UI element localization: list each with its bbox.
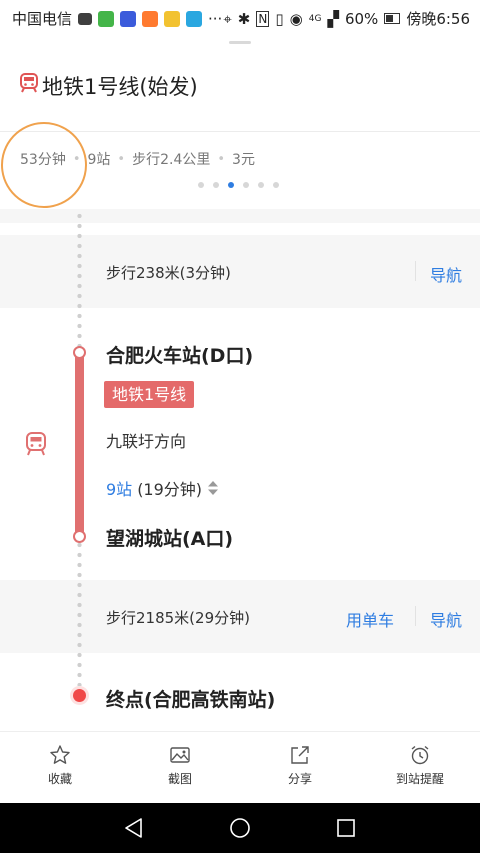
stops-toggle[interactable]: 9站 (19分钟) xyxy=(106,476,219,500)
route-title: 地铁1号线(始发) xyxy=(42,75,198,99)
page-dot[interactable] xyxy=(273,182,279,188)
page-dot[interactable] xyxy=(198,182,204,188)
sheet-drag-handle[interactable] xyxy=(229,41,251,44)
share-button[interactable]: 分享 xyxy=(255,744,345,787)
system-navigation-bar xyxy=(0,803,480,853)
clock-time: 傍晚6:56 xyxy=(406,10,470,28)
bike-share-button[interactable]: 用单车 xyxy=(346,607,394,631)
carrier-label: 中国电信 xyxy=(12,10,73,28)
expand-icon[interactable] xyxy=(207,480,219,496)
walk-step-1 xyxy=(0,235,480,308)
eye-comfort-icon: ◉ xyxy=(289,9,303,28)
metro-icon xyxy=(20,73,38,93)
walk-path-line xyxy=(77,540,82,686)
arrival-alert-label: 到站提醒 xyxy=(395,772,444,786)
section-separator xyxy=(0,209,480,223)
divider xyxy=(415,606,416,626)
favorite-label: 收藏 xyxy=(47,772,72,786)
page-dot[interactable] xyxy=(228,182,234,188)
metro-icon xyxy=(26,432,46,456)
back-icon[interactable] xyxy=(123,817,145,839)
vibrate-icon: ▯ xyxy=(275,9,284,28)
navigate-button[interactable]: 导航 xyxy=(430,607,462,631)
station-count: 9站 xyxy=(87,152,111,168)
alight-station: 望湖城站(A口) xyxy=(106,528,234,550)
metro-line-badge: 地铁1号线 xyxy=(104,381,195,408)
walk-step-text: 步行238米(3分钟) xyxy=(106,264,231,282)
message-app-icon xyxy=(186,10,203,27)
share-icon xyxy=(291,746,309,764)
destination-dot xyxy=(73,689,86,702)
alarm-clock-icon xyxy=(411,745,429,765)
bluetooth-icon: ✱ xyxy=(237,9,251,28)
status-bar: 中国电信 ··· ⌖ ✱ N ▯ ◉ 4G ▞ 60% 傍晚6:56 xyxy=(0,0,480,34)
metro-segment-line xyxy=(75,347,84,537)
alight-station-node xyxy=(73,530,86,543)
share-label: 分享 xyxy=(287,772,312,786)
divider xyxy=(415,261,416,281)
board-station-node xyxy=(73,346,86,359)
page-dot[interactable] xyxy=(213,182,219,188)
favorite-button[interactable]: 收藏 xyxy=(15,744,105,787)
video-app-icon xyxy=(142,10,159,27)
board-station: 合肥火车站(D口) xyxy=(106,345,254,367)
direction-text: 九联圩方向 xyxy=(106,432,187,451)
recents-icon[interactable] xyxy=(336,818,356,838)
walk-step-text: 步行2185米(29分钟) xyxy=(106,609,250,627)
bottom-toolbar: 收藏 截图 分享 到站提醒 xyxy=(0,731,480,804)
navigate-button[interactable]: 导航 xyxy=(430,262,462,286)
wechat-icon xyxy=(98,10,115,27)
battery-level: 60% xyxy=(344,9,379,28)
home-icon[interactable] xyxy=(229,817,251,839)
network-type: 4G xyxy=(308,13,322,24)
cell-signal-icon: ▞ xyxy=(327,9,339,28)
walk-path-line xyxy=(77,211,82,347)
route-pager[interactable] xyxy=(198,182,279,188)
stops-count[interactable]: 9站 xyxy=(106,476,132,500)
separator-dot: • xyxy=(117,151,126,167)
location-icon: ⌖ xyxy=(223,9,232,28)
nfc-icon: N xyxy=(256,10,270,27)
fare: 3元 xyxy=(232,152,255,168)
page-dot[interactable] xyxy=(243,182,249,188)
more-notifications-icon: ··· xyxy=(208,9,223,28)
arrival-alert-button[interactable]: 到站提醒 xyxy=(375,744,465,787)
star-icon xyxy=(50,745,70,764)
page-dot[interactable] xyxy=(258,182,264,188)
destination-label: 终点(合肥高铁南站) xyxy=(106,689,276,711)
separator-dot: • xyxy=(217,151,226,167)
walk-distance: 步行2.4公里 xyxy=(132,152,211,168)
map-app-icon xyxy=(164,10,181,27)
stops-time: (19分钟) xyxy=(137,480,203,499)
signal-icon xyxy=(78,12,93,25)
app-icon xyxy=(120,10,137,27)
screenshot-label: 截图 xyxy=(167,772,192,786)
image-icon xyxy=(170,747,190,763)
battery-icon xyxy=(384,13,401,24)
screenshot-button[interactable]: 截图 xyxy=(135,744,225,787)
